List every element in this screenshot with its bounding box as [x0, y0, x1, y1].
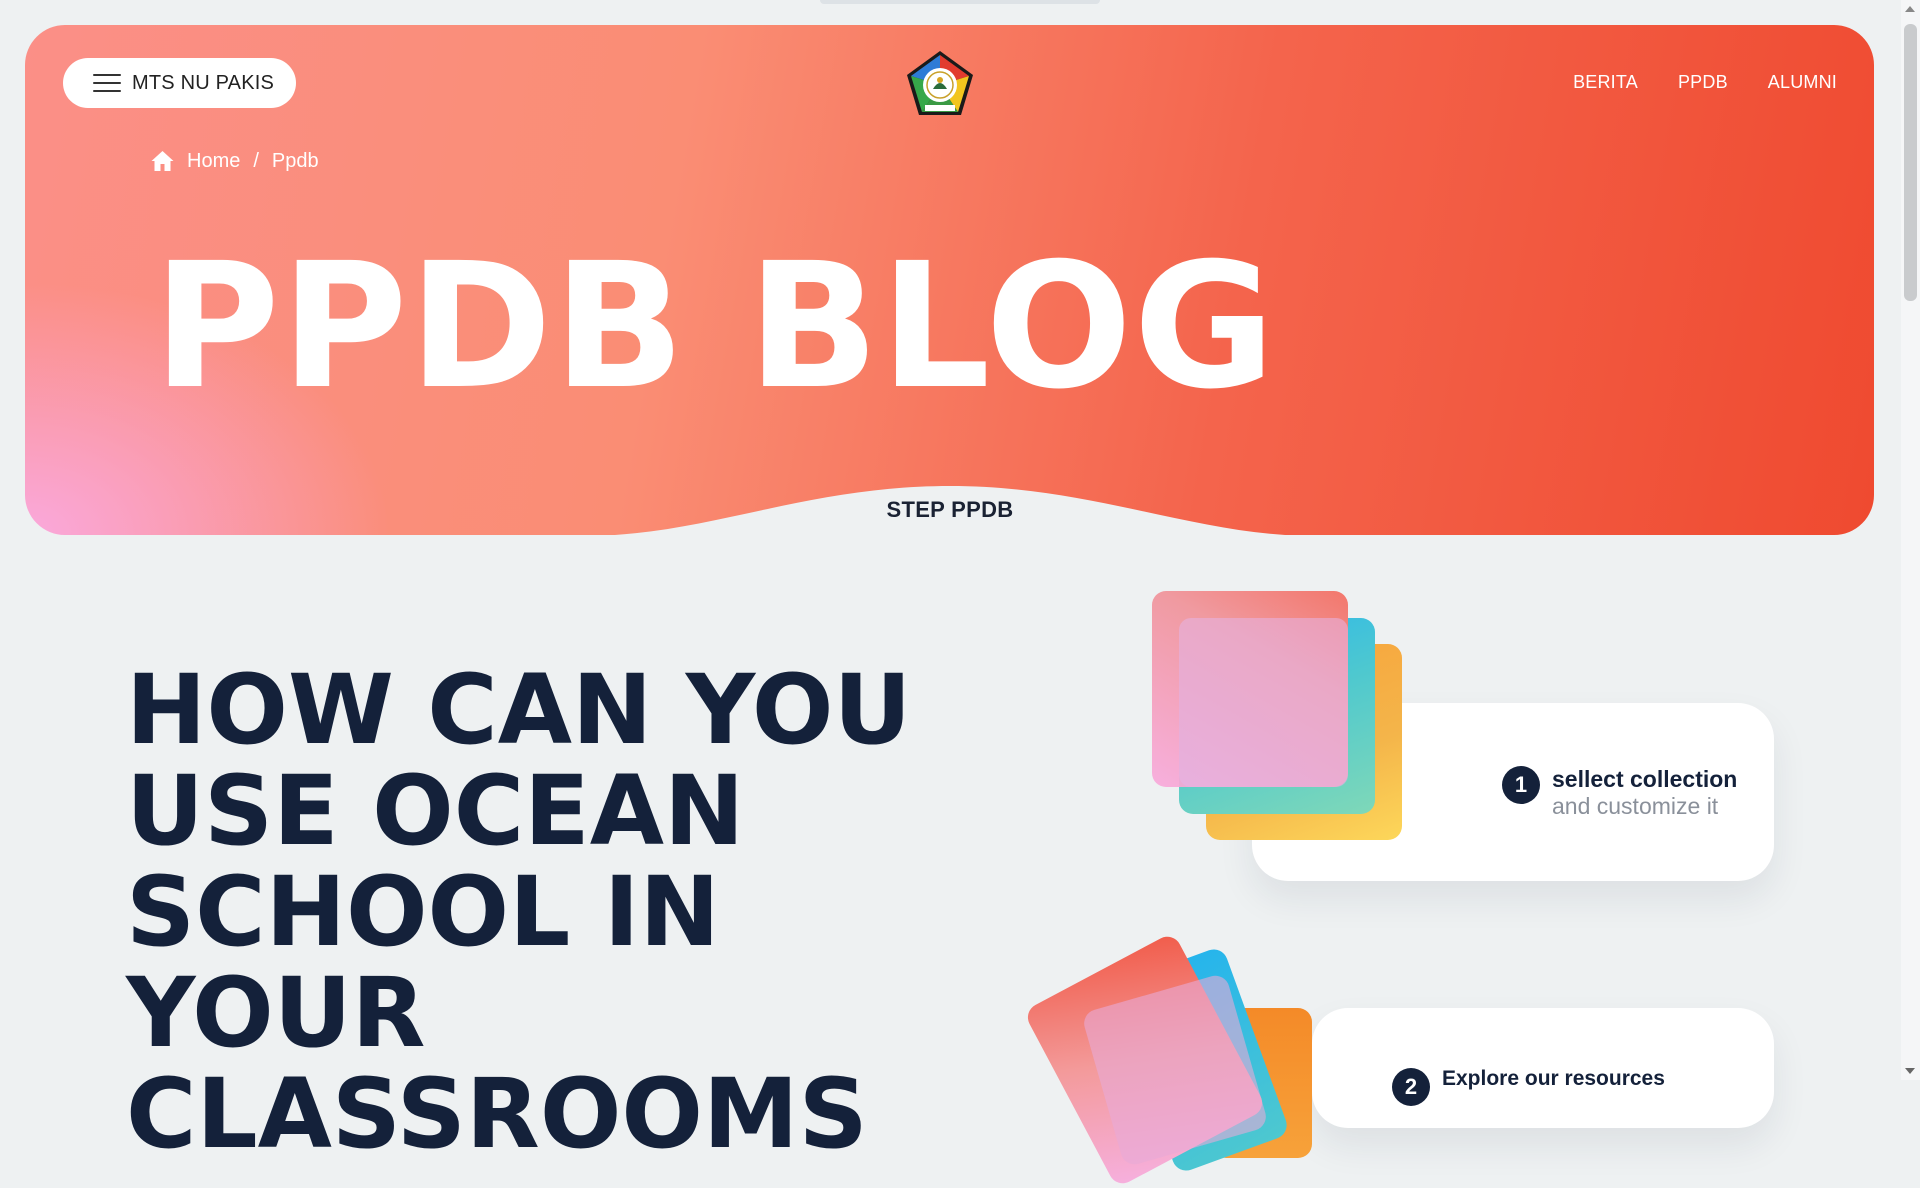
breadcrumb-separator: / — [253, 149, 259, 172]
scrollbar-thumb[interactable] — [1904, 24, 1917, 301]
home-icon[interactable] — [150, 149, 175, 173]
breadcrumb: Home / Ppdb — [150, 149, 319, 173]
step-1-content: 1 sellect collection and customize it — [1502, 766, 1737, 820]
page-scrollbar[interactable] — [1901, 0, 1920, 1080]
nav-berita[interactable]: BERITA — [1573, 72, 1638, 93]
nav-alumni[interactable]: ALUMNI — [1768, 72, 1837, 93]
step-title: Explore our resources — [1442, 1067, 1665, 1090]
menu-button[interactable]: MTS NU PAKIS — [63, 58, 296, 108]
hero-banner: MTS NU PAKIS BERITA PPDB ALUMNI Home / P… — [25, 25, 1874, 535]
step-2-content: 2 Explore our resources — [1392, 1066, 1665, 1106]
step-subtitle: and customize it — [1552, 793, 1719, 819]
collection-tile-overlay — [1179, 618, 1348, 787]
breadcrumb-home-link[interactable]: Home — [187, 150, 240, 173]
school-crest-logo[interactable] — [905, 49, 975, 119]
step-title: sellect collection — [1552, 766, 1738, 792]
nav-ppdb[interactable]: PPDB — [1678, 72, 1728, 93]
site-name: MTS NU PAKIS — [132, 71, 275, 94]
scroll-down-arrow-icon[interactable] — [1905, 1068, 1915, 1074]
breadcrumb-current: Ppdb — [271, 149, 319, 172]
page-title: PPDB BLOG — [153, 225, 1277, 427]
top-tab-indicator — [820, 0, 1100, 4]
scroll-up-arrow-icon[interactable] — [1905, 6, 1915, 12]
section-heading: HOW CAN YOU USE OCEAN SCHOOL IN YOUR CLA… — [126, 654, 912, 1170]
main-nav: BERITA PPDB ALUMNI — [1573, 72, 1837, 93]
hamburger-icon — [93, 74, 121, 92]
section-label: STEP PPDB — [886, 497, 1014, 522]
step-number-badge: 1 — [1502, 766, 1540, 804]
step-number-badge: 2 — [1392, 1068, 1430, 1106]
